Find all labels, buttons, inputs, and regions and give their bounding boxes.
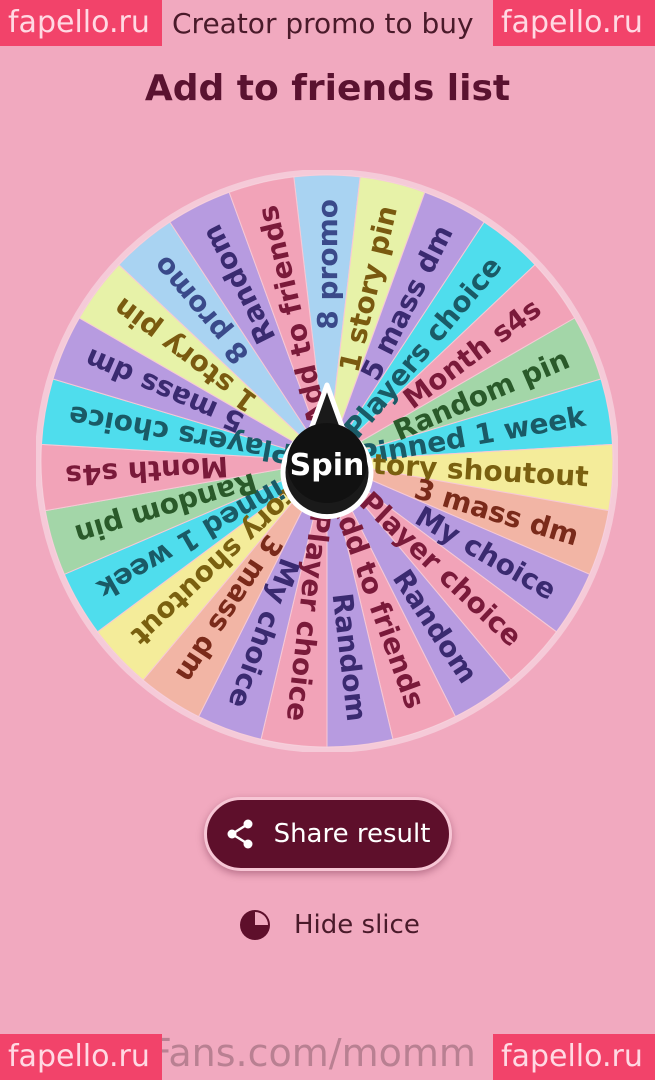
- watermark-bottom-left: fapello.ru: [0, 1034, 162, 1080]
- share-result-button[interactable]: Share result: [204, 797, 452, 871]
- result-heading: Add to friends list: [144, 68, 511, 109]
- pie-chart-icon: [240, 910, 270, 940]
- share-result-label: Share result: [273, 819, 431, 849]
- watermark-bottom-right: fapello.ru: [493, 1034, 655, 1080]
- hide-slice-button[interactable]: Hide slice: [238, 905, 420, 945]
- page-title: Creator promo to buy: [172, 7, 474, 40]
- spin-label: Spin: [290, 448, 365, 483]
- watermark-top-left: fapello.ru: [0, 0, 162, 46]
- wheel-slice-label: 8 promo: [311, 199, 344, 330]
- hide-slice-label: Hide slice: [294, 910, 420, 940]
- share-icon: [227, 819, 253, 849]
- bottom-overlay-text: Fans.com/momm: [150, 1031, 476, 1075]
- watermark-top-right: fapello.ru: [493, 0, 655, 46]
- spin-wheel[interactable]: 8 promo1 story pin5 mass dmPlayers choic…: [36, 170, 618, 752]
